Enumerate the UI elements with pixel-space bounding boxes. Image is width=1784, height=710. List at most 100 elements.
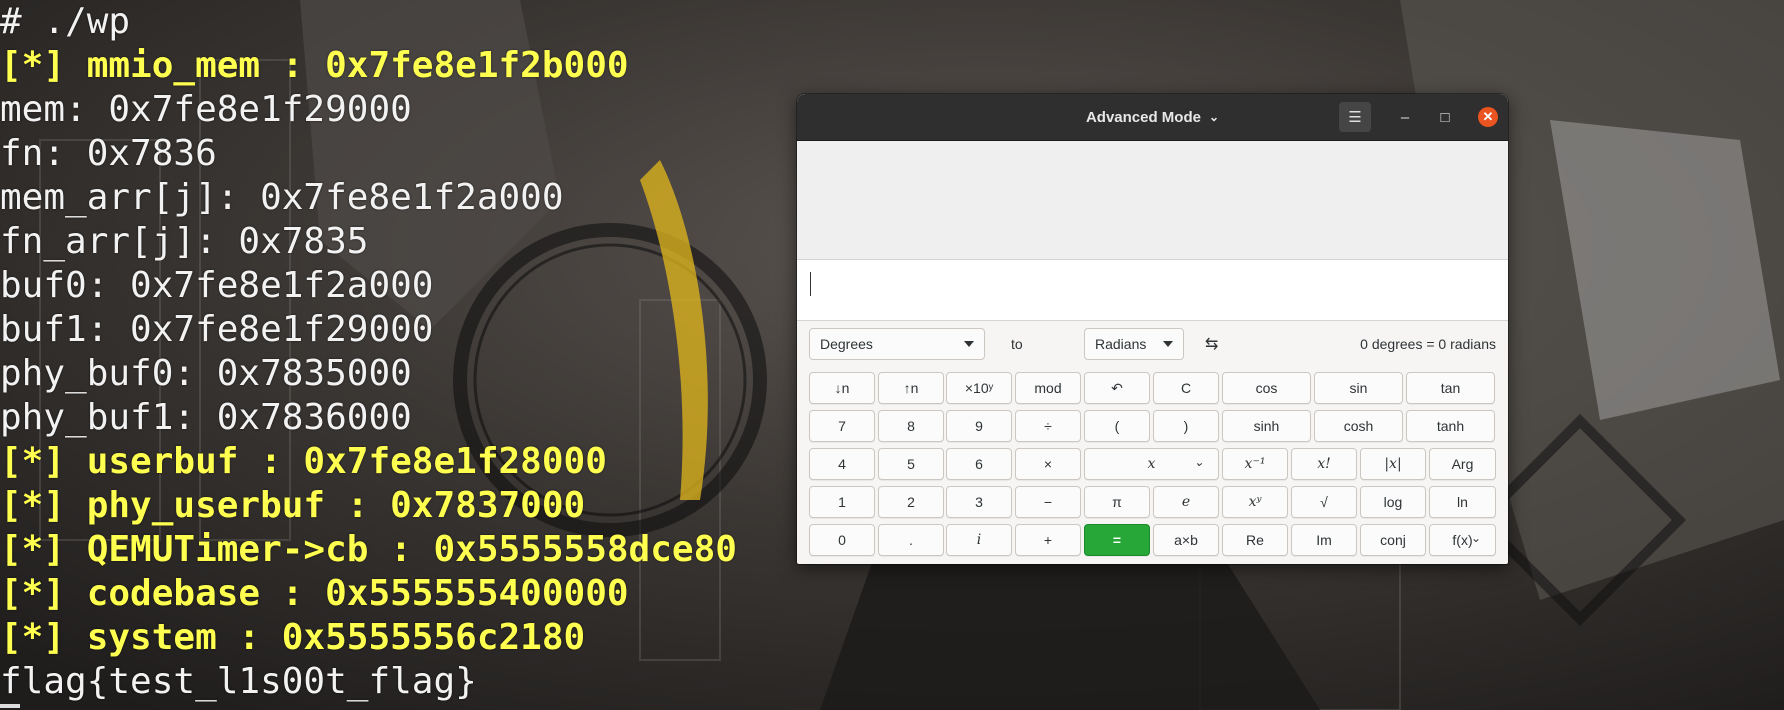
tan-button[interactable]: tan [1406, 372, 1495, 404]
subtract-button[interactable]: − [1015, 486, 1081, 518]
digit-7-button[interactable]: 7 [809, 410, 875, 442]
conversion-result: 0 degrees = 0 radians [1360, 336, 1496, 352]
open-paren-button[interactable]: ( [1084, 410, 1150, 442]
key-label: sin [1349, 380, 1368, 396]
superscript-button[interactable]: ↑n [878, 372, 944, 404]
clear-button[interactable]: C [1153, 372, 1219, 404]
maximize-icon[interactable]: □ [1429, 102, 1461, 132]
hamburger-menu-icon[interactable]: ☰ [1339, 102, 1371, 132]
multiply-button[interactable]: × [1015, 448, 1081, 480]
key-label: log [1383, 494, 1403, 510]
terminal-line: [*] codebase : 0x555555400000 [0, 573, 629, 614]
key-label: × [1043, 456, 1053, 472]
key-label: Re [1246, 532, 1264, 548]
key-label: x [1147, 456, 1156, 472]
key-label: ÷ [1044, 418, 1052, 434]
digit-9-button[interactable]: 9 [946, 410, 1012, 442]
window-title: Advanced Mode [1085, 108, 1201, 126]
digit-5-button[interactable]: 5 [878, 448, 944, 480]
key-label: cosh [1343, 418, 1374, 434]
divide-button[interactable]: ÷ [1015, 410, 1081, 442]
abs-button[interactable]: |x| [1360, 448, 1426, 480]
digit-2-button[interactable]: 2 [878, 486, 944, 518]
terminal-line: [*] QEMUTimer->cb : 0x5555558dce80 [0, 529, 737, 570]
imag-part-button[interactable]: Im [1291, 524, 1357, 556]
key-label: = [1112, 532, 1122, 548]
terminal-line: mem_arr[j]: 0x7fe8e1f2a000 [0, 177, 564, 218]
terminal-line: fn: 0x7836 [0, 133, 217, 174]
subscript-button[interactable]: ↓n [809, 372, 875, 404]
close-paren-button[interactable]: ) [1153, 410, 1219, 442]
sqrt-button[interactable]: √ [1291, 486, 1357, 518]
expression-input[interactable] [797, 260, 1508, 321]
factorial-button[interactable]: x! [1291, 448, 1357, 480]
cos-button[interactable]: cos [1222, 372, 1311, 404]
equals-button[interactable]: = [1084, 524, 1150, 556]
key-label: 0 [838, 532, 846, 548]
inverse-button[interactable]: x⁻¹ [1222, 448, 1288, 480]
title-bar[interactable]: Advanced Mode ⌄ ☰ – □ ✕ [797, 94, 1508, 141]
key-label: i [976, 532, 982, 548]
add-button[interactable]: + [1015, 524, 1081, 556]
from-unit-dropdown[interactable]: Degrees [809, 328, 985, 360]
euler-button[interactable]: e [1153, 486, 1219, 518]
sin-button[interactable]: sin [1314, 372, 1403, 404]
mod-button[interactable]: mod [1015, 372, 1081, 404]
terminal-line: [*] system : 0x5555556c2180 [0, 617, 586, 658]
key-label: π [1112, 494, 1122, 510]
digit-4-button[interactable]: 4 [809, 448, 875, 480]
real-part-button[interactable]: Re [1222, 524, 1288, 556]
key-label: ( [1114, 418, 1120, 434]
key-label: x⁻¹ [1244, 456, 1266, 472]
to-unit-label: Radians [1095, 336, 1147, 352]
power-button[interactable]: xʸ [1222, 486, 1288, 518]
chevron-down-icon: ⌄ [1208, 110, 1220, 124]
swap-units-icon[interactable]: ⇆ [1205, 334, 1218, 354]
digit-1-button[interactable]: 1 [809, 486, 875, 518]
chevron-down-icon: ⌄ [1193, 455, 1204, 469]
pi-button[interactable]: π [1084, 486, 1150, 518]
key-label: ↑n [903, 380, 919, 396]
key-label: 1 [838, 494, 846, 510]
terminal-line: fn_arr[j]: 0x7835 [0, 221, 369, 262]
digit-0-button[interactable]: 0 [809, 524, 875, 556]
key-label: 5 [907, 456, 915, 472]
terminal-line: mem: 0x7fe8e1f29000 [0, 89, 412, 130]
terminal-line: # ./wp [0, 1, 131, 42]
key-label: a×b [1174, 532, 1198, 548]
from-unit-label: Degrees [820, 336, 873, 352]
sinh-button[interactable]: sinh [1222, 410, 1311, 442]
ln-button[interactable]: ln [1429, 486, 1496, 518]
close-button[interactable]: ✕ [1473, 102, 1503, 132]
key-label: |x| [1384, 456, 1402, 472]
to-unit-dropdown[interactable]: Radians [1084, 328, 1184, 360]
exponent-button[interactable]: ×10ʸ [946, 372, 1012, 404]
terminal-line: [*] mmio_mem : 0x7fe8e1f2b000 [0, 45, 629, 86]
minimize-icon[interactable]: – [1389, 102, 1421, 132]
digit-6-button[interactable]: 6 [946, 448, 1012, 480]
function-dropdown[interactable]: f(x) ⌄ [1429, 524, 1496, 556]
dropdown-arrow-icon [964, 341, 974, 347]
history-display [797, 141, 1508, 260]
terminal-line: buf1: 0x7fe8e1f29000 [0, 309, 434, 350]
log-button[interactable]: log [1360, 486, 1426, 518]
terminal-line: flag{test_l1s00t_flag} [0, 661, 477, 702]
complex-multiply-button[interactable]: a×b [1153, 524, 1219, 556]
terminal-line: [*] userbuf : 0x7fe8e1f28000 [0, 441, 607, 482]
key-label: + [1043, 532, 1053, 548]
undo-button[interactable]: ↶ [1084, 372, 1150, 404]
tanh-button[interactable]: tanh [1406, 410, 1495, 442]
key-label: x! [1317, 456, 1331, 472]
cosh-button[interactable]: cosh [1314, 410, 1403, 442]
imaginary-button[interactable]: i [946, 524, 1012, 556]
key-label: ) [1183, 418, 1189, 434]
key-label: cos [1255, 380, 1278, 396]
decimal-button[interactable]: . [878, 524, 944, 556]
variable-x-dropdown[interactable]: x ⌄ [1084, 448, 1219, 480]
key-label: . [909, 532, 913, 548]
key-label: conj [1380, 532, 1406, 548]
digit-3-button[interactable]: 3 [946, 486, 1012, 518]
digit-8-button[interactable]: 8 [878, 410, 944, 442]
conjugate-button[interactable]: conj [1360, 524, 1426, 556]
arg-button[interactable]: Arg [1429, 448, 1496, 480]
